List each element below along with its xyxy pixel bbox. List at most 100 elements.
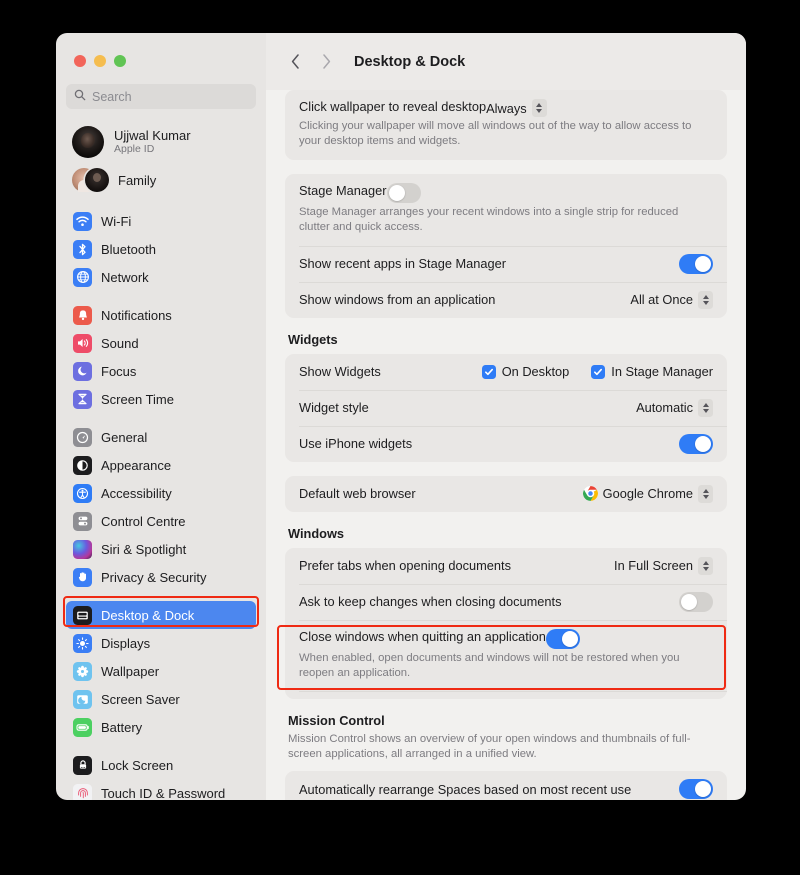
zoom-window-button[interactable] <box>114 55 126 67</box>
sidebar-item-label: Lock Screen <box>101 757 174 773</box>
chevron-updown-icon[interactable] <box>698 556 713 575</box>
click-wallpaper-popup[interactable]: Always <box>486 99 547 117</box>
close-windows-description: When enabled, open documents and windows… <box>299 651 680 679</box>
focus-icon <box>73 361 92 381</box>
ask-keep-changes-row[interactable]: Ask to keep changes when closing documen… <box>285 583 727 620</box>
sidebar-item-touch-id-and-password[interactable]: Touch ID & Password <box>66 779 256 800</box>
rearrange-spaces-row[interactable]: Automatically rearrange Spaces based on … <box>285 771 727 800</box>
chevron-updown-icon[interactable] <box>698 290 713 309</box>
sidebar-item-sound[interactable]: Sound <box>66 329 256 357</box>
displays-icon <box>73 633 92 653</box>
family-label: Family <box>118 172 157 188</box>
wifi-icon <box>73 211 92 231</box>
show-recent-apps-label: Show recent apps in Stage Manager <box>299 256 507 272</box>
system-settings-window: Ujjwal Kumar Apple ID Family <box>56 33 746 800</box>
stage-manager-card: Stage Manager Stage Manager arranges you… <box>285 173 727 318</box>
sidebar-group-alerts: Notifications Sound Focus Screen Time <box>66 301 256 413</box>
click-wallpaper-row[interactable]: Click wallpaper to reveal desktop Always… <box>285 90 727 160</box>
account-name: Ujjwal Kumar <box>114 128 191 144</box>
settings-scroll-area[interactable]: Click wallpaper to reveal desktop Always… <box>266 90 746 800</box>
sidebar-item-wallpaper[interactable]: Wallpaper <box>66 657 256 685</box>
default-browser-row[interactable]: Default web browser Google Chrome <box>285 476 727 512</box>
widget-style-row[interactable]: Widget style Automatic <box>285 389 727 426</box>
widgets-card: Show Widgets On Desktop In Stage Manager <box>285 353 727 462</box>
chevron-updown-icon[interactable] <box>698 484 713 503</box>
iphone-widgets-toggle[interactable] <box>679 433 713 454</box>
touch-id-icon <box>73 783 92 800</box>
in-stage-manager-checkbox[interactable]: In Stage Manager <box>591 364 713 379</box>
click-wallpaper-label: Click wallpaper to reveal desktop <box>299 99 487 114</box>
stage-manager-row[interactable]: Stage Manager Stage Manager arranges you… <box>285 174 727 246</box>
sidebar-item-battery[interactable]: Battery <box>66 713 256 741</box>
minimize-window-button[interactable] <box>94 55 106 67</box>
sidebar-item-general[interactable]: General <box>66 423 256 451</box>
chrome-icon <box>582 486 598 502</box>
sidebar-item-appearance[interactable]: Appearance <box>66 451 256 479</box>
search-input[interactable] <box>92 89 248 104</box>
chevron-right-icon[interactable] <box>317 51 335 73</box>
ask-keep-changes-toggle[interactable] <box>679 591 713 612</box>
lock-screen-icon <box>73 755 92 775</box>
sidebar-item-label: Siri & Spotlight <box>101 541 187 557</box>
show-windows-popup[interactable]: All at Once <box>630 290 713 309</box>
close-windows-row[interactable]: Close windows when quitting an applicati… <box>285 619 727 692</box>
search-field[interactable] <box>66 84 256 109</box>
appearance-icon <box>73 455 92 475</box>
sidebar-item-label: Network <box>101 269 149 285</box>
windows-card-filler <box>285 691 727 699</box>
sidebar-item-network[interactable]: Network <box>66 263 256 291</box>
sidebar-item-privacy-and-security[interactable]: Privacy & Security <box>66 563 256 591</box>
rearrange-spaces-toggle[interactable] <box>679 779 713 800</box>
sidebar-item-label: Touch ID & Password <box>101 785 226 801</box>
chevron-updown-icon[interactable] <box>698 398 713 417</box>
sidebar-item-displays[interactable]: Displays <box>66 629 256 657</box>
show-widgets-row[interactable]: Show Widgets On Desktop In Stage Manager <box>285 354 727 390</box>
sidebar-item-siri-and-spotlight[interactable]: Siri & Spotlight <box>66 535 256 563</box>
sidebar-item-label: General <box>101 429 148 445</box>
sidebar-item-desktop-and-dock[interactable]: Desktop & Dock <box>66 601 256 629</box>
show-recent-apps-toggle[interactable] <box>679 253 713 274</box>
sidebar-item-lock-screen[interactable]: Lock Screen <box>66 751 256 779</box>
account-section: Ujjwal Kumar Apple ID Family <box>66 121 256 197</box>
sidebar-item-wi-fi[interactable]: Wi-Fi <box>66 207 256 235</box>
chevron-left-icon[interactable] <box>286 51 304 73</box>
on-desktop-checkbox[interactable]: On Desktop <box>481 364 570 380</box>
prefer-tabs-popup[interactable]: In Full Screen <box>614 556 713 575</box>
iphone-widgets-label: Use iPhone widgets <box>299 436 413 452</box>
prefer-tabs-row[interactable]: Prefer tabs when opening documents In Fu… <box>285 548 727 584</box>
ask-keep-changes-label: Ask to keep changes when closing documen… <box>299 594 562 610</box>
iphone-widgets-row[interactable]: Use iPhone widgets <box>285 425 727 462</box>
sidebar-item-notifications[interactable]: Notifications <box>66 301 256 329</box>
search-icon <box>74 88 86 106</box>
wallpaper-icon <box>73 661 92 681</box>
chevron-updown-icon[interactable] <box>531 99 547 117</box>
on-desktop-label: On Desktop <box>501 364 570 380</box>
click-wallpaper-value: Always <box>486 100 527 116</box>
sidebar-item-screen-saver[interactable]: Screen Saver <box>66 685 256 713</box>
sidebar-item-family[interactable]: Family <box>66 163 256 197</box>
sidebar-item-label: Wallpaper <box>101 663 160 679</box>
sound-icon <box>73 333 92 353</box>
bluetooth-icon <box>73 239 92 259</box>
sidebar-group-network: Wi-Fi Bluetooth Network <box>66 207 256 291</box>
default-browser-value: Google Chrome <box>602 486 693 502</box>
sidebar-item-label: Screen Saver <box>101 691 180 707</box>
sidebar-item-focus[interactable]: Focus <box>66 357 256 385</box>
default-browser-popup[interactable]: Google Chrome <box>582 484 713 503</box>
close-windows-toggle[interactable] <box>545 628 580 649</box>
click-wallpaper-card: Click wallpaper to reveal desktop Always… <box>285 90 727 160</box>
widget-style-popup[interactable]: Automatic <box>636 398 713 417</box>
siri-icon <box>73 539 92 559</box>
sidebar-item-label: Bluetooth <box>101 241 156 257</box>
sidebar-item-accessibility[interactable]: Accessibility <box>66 479 256 507</box>
stage-manager-toggle[interactable] <box>386 182 421 203</box>
show-recent-apps-row[interactable]: Show recent apps in Stage Manager <box>285 245 727 282</box>
battery-icon <box>73 717 92 737</box>
sidebar-item-bluetooth[interactable]: Bluetooth <box>66 235 256 263</box>
show-windows-row[interactable]: Show windows from an application All at … <box>285 281 727 318</box>
sidebar-item-apple-id[interactable]: Ujjwal Kumar Apple ID <box>66 121 256 163</box>
sidebar-item-screen-time[interactable]: Screen Time <box>66 385 256 413</box>
close-window-button[interactable] <box>74 55 86 67</box>
sidebar-item-label: Screen Time <box>101 391 174 407</box>
sidebar-item-control-centre[interactable]: Control Centre <box>66 507 256 535</box>
